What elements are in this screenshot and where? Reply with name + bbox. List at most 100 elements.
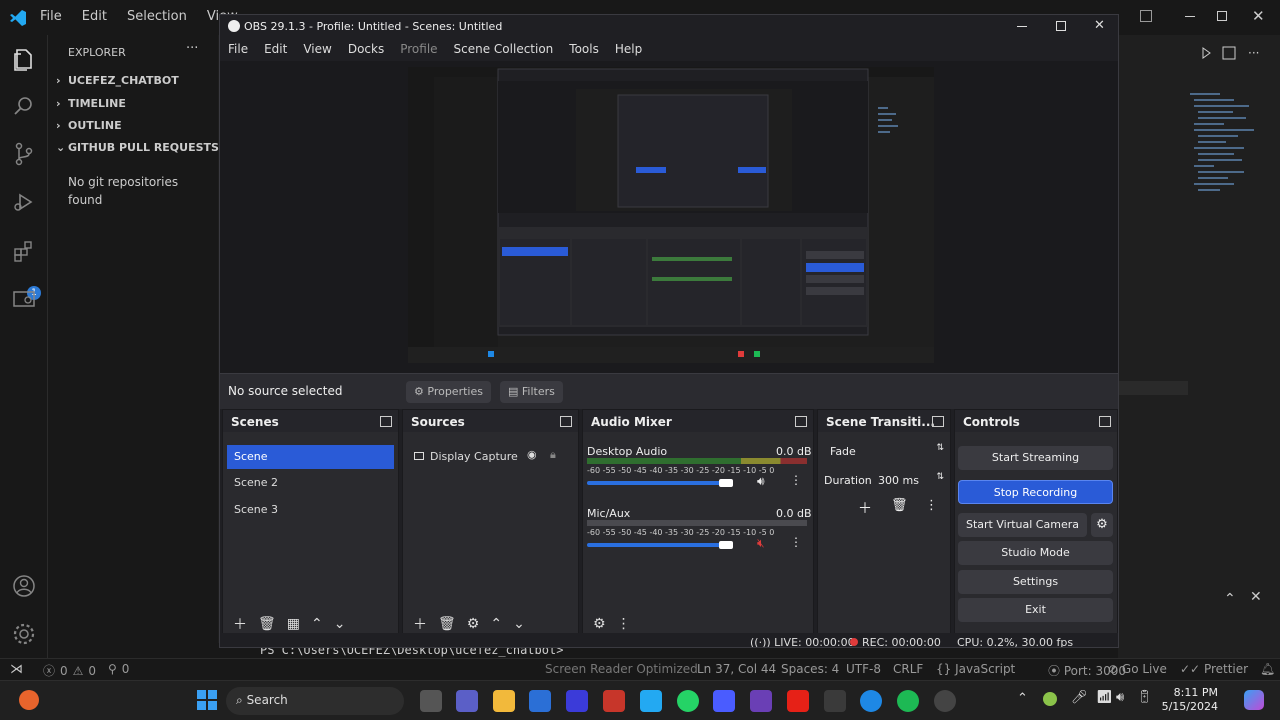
undock-icon[interactable]	[560, 416, 572, 427]
speaker-icon[interactable]: 🔊︎	[757, 474, 765, 489]
move-up-icon[interactable]: ⌃	[311, 616, 323, 632]
source-down-icon[interactable]: ⌄	[513, 616, 525, 632]
undock-icon[interactable]	[1099, 416, 1111, 427]
start-streaming-button[interactable]: Start Streaming	[958, 446, 1113, 470]
minimize-icon[interactable]	[1185, 16, 1195, 17]
store-icon[interactable]	[529, 690, 551, 712]
properties-button[interactable]: ⚙ Properties	[406, 381, 491, 403]
language-mode[interactable]: {} JavaScript	[936, 662, 1015, 676]
tray-chevron-up-icon[interactable]: ⌃	[1017, 691, 1028, 706]
section-timeline[interactable]: › TIMELINE	[56, 97, 126, 110]
obs-minimize-icon[interactable]	[1017, 26, 1027, 27]
account-icon[interactable]	[11, 573, 37, 599]
prettier-status[interactable]: ✓✓ Prettier	[1180, 662, 1248, 676]
obs-menu-tools[interactable]: Tools	[561, 39, 607, 61]
panel-maximize-icon[interactable]: ⌃	[1224, 591, 1236, 607]
vscode-menu-selection[interactable]: Selection	[127, 9, 187, 24]
add-transition-icon[interactable]: ＋	[858, 498, 872, 518]
visual-studio-icon[interactable]	[566, 690, 588, 712]
gmail-icon[interactable]	[603, 690, 625, 712]
section-outline[interactable]: › OUTLINE	[56, 119, 122, 132]
scene-item-1[interactable]: Scene	[227, 445, 394, 469]
obs-maximize-icon[interactable]	[1056, 21, 1066, 31]
obs-menu-profile[interactable]: Profile	[392, 39, 445, 61]
edge-icon[interactable]	[860, 690, 882, 712]
obs-close-icon[interactable]: ✕	[1094, 18, 1105, 33]
visibility-eye-icon[interactable]: ◉	[527, 449, 537, 461]
app-icon[interactable]	[750, 690, 772, 712]
stop-recording-button[interactable]: Stop Recording	[958, 480, 1113, 504]
section-ucefez-chatbot[interactable]: › UCEFEZ_CHATBOT	[56, 74, 179, 87]
restore-icon[interactable]	[1217, 11, 1227, 21]
add-scene-icon[interactable]: ＋	[233, 614, 247, 634]
ports-indicator[interactable]: ⚲ 0	[108, 662, 129, 676]
tray-app-icon[interactable]	[1043, 692, 1057, 706]
close-icon[interactable]: ✕	[1252, 7, 1265, 25]
whatsapp-icon[interactable]	[677, 690, 699, 712]
remove-source-icon[interactable]: 🗑︎	[438, 616, 456, 632]
studio-mode-button[interactable]: Studio Mode	[958, 541, 1113, 565]
undock-icon[interactable]	[795, 416, 807, 427]
move-down-icon[interactable]: ⌄	[334, 616, 346, 632]
extensions-icon[interactable]	[11, 239, 37, 265]
file-explorer-icon[interactable]	[493, 690, 515, 712]
task-view-icon[interactable]	[420, 690, 442, 712]
obs-menu-edit[interactable]: Edit	[256, 39, 295, 61]
undock-icon[interactable]	[380, 416, 392, 427]
notifications-bell-icon[interactable]: 🔔︎	[1260, 662, 1275, 676]
duration-spinbox[interactable]: 300 ms ⇅	[874, 469, 948, 491]
transition-select[interactable]: Fade ⇅	[824, 440, 948, 462]
obs-menu-scene-collection[interactable]: Scene Collection	[446, 39, 562, 61]
microphone-icon[interactable]: 🎤︎	[1071, 690, 1088, 705]
undock-icon[interactable]	[932, 416, 944, 427]
source-properties-gear-icon[interactable]: ⚙	[467, 616, 480, 632]
desktop-audio-volume-slider[interactable]	[719, 479, 733, 487]
taskbar-search[interactable]: ⌕ Search	[226, 687, 404, 715]
remove-scene-icon[interactable]: 🗑︎	[258, 616, 276, 632]
panel-close-icon[interactable]: ✕	[1250, 589, 1262, 605]
spotify-icon[interactable]	[897, 690, 919, 712]
remote-icon[interactable]: ⋊	[10, 662, 23, 677]
obs-menu-view[interactable]: View	[295, 39, 339, 61]
start-virtual-camera-button[interactable]: Start Virtual Camera	[958, 513, 1087, 537]
desktop-audio-menu-icon[interactable]: ⋮	[790, 473, 802, 487]
search-icon[interactable]	[11, 93, 37, 119]
layout-icon[interactable]	[1140, 10, 1152, 22]
mic-aux-volume-slider[interactable]	[719, 541, 733, 549]
youtube-icon[interactable]	[787, 690, 809, 712]
obs-preview[interactable]	[220, 61, 1118, 373]
windows-start-icon[interactable]	[197, 690, 217, 710]
remove-transition-icon[interactable]: 🗑︎	[891, 498, 908, 513]
source-item-display-capture[interactable]: Display Capture ◉ 🔒︎	[407, 445, 574, 469]
battery-icon[interactable]: 🔋︎	[1136, 690, 1153, 705]
transition-menu-icon[interactable]: ⋮	[925, 498, 938, 513]
settings-button[interactable]: Settings	[958, 570, 1113, 594]
advanced-audio-gear-icon[interactable]: ⚙	[593, 616, 606, 632]
problems-indicator[interactable]: ⓧ 0 ⚠ 0	[43, 662, 96, 679]
volume-icon[interactable]: 🔊︎	[1116, 690, 1124, 705]
explorer-icon[interactable]	[11, 46, 37, 72]
virtual-camera-settings-gear-icon[interactable]: ⚙	[1091, 513, 1113, 537]
screen-reader-status[interactable]: Screen Reader Optimized	[545, 662, 698, 676]
source-control-icon[interactable]	[11, 141, 37, 167]
mixer-menu-icon[interactable]: ⋮	[617, 616, 631, 632]
line-ending[interactable]: CRLF	[893, 662, 923, 676]
run-debug-icon[interactable]	[11, 189, 37, 215]
vscode-taskbar-icon[interactable]	[640, 690, 662, 712]
more-actions-icon[interactable]: ···	[186, 41, 198, 56]
copilot-icon[interactable]	[713, 690, 735, 712]
add-source-icon[interactable]: ＋	[413, 614, 427, 634]
remote-explorer-icon[interactable]	[11, 287, 37, 313]
muted-speaker-icon[interactable]: 🔇︎	[757, 536, 765, 551]
indentation[interactable]: Spaces: 4	[781, 662, 839, 676]
manage-gear-icon[interactable]	[11, 621, 37, 647]
clock[interactable]: 8:11 PM 5/15/2024	[1158, 686, 1218, 714]
copilot-tray-icon[interactable]	[1244, 690, 1264, 710]
lock-icon[interactable]: 🔒︎	[550, 449, 556, 461]
encoding[interactable]: UTF-8	[846, 662, 881, 676]
obs-menu-help[interactable]: Help	[607, 39, 650, 61]
section-github-prs[interactable]: ⌄ GITHUB PULL REQUESTS: ...	[56, 141, 240, 154]
cursor-position[interactable]: Ln 37, Col 44	[697, 662, 776, 676]
scene-item-3[interactable]: Scene 3	[227, 498, 394, 522]
mic-aux-menu-icon[interactable]: ⋮	[790, 535, 802, 549]
